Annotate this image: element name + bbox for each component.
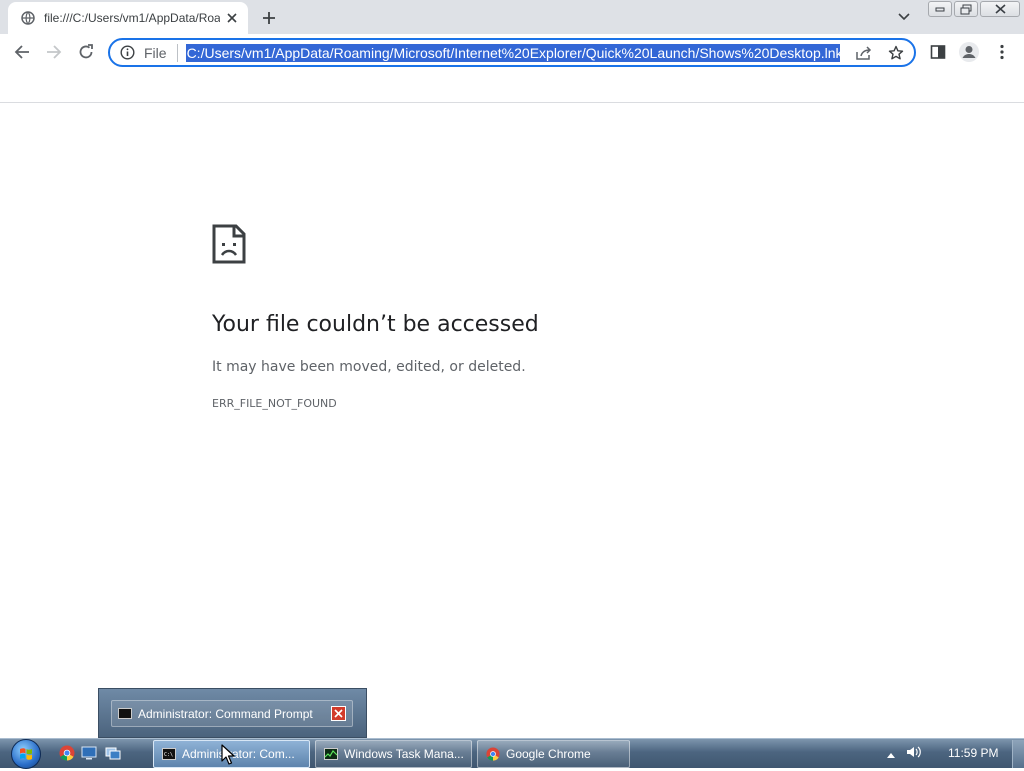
thumbnail-label: Administrator: Command Prompt <box>138 706 313 721</box>
close-window-button[interactable] <box>980 1 1020 17</box>
svg-text:C:\: C:\ <box>164 752 173 758</box>
tab-title: file:///C:/Users/vm1/AppData/Roaming/Mic… <box>44 11 220 25</box>
quicklaunch-chrome-icon[interactable] <box>58 744 76 762</box>
scheme-label: File <box>144 44 167 61</box>
close-thumbnail-icon[interactable] <box>331 706 346 721</box>
profile-avatar-icon[interactable] <box>957 40 981 64</box>
reload-icon[interactable] <box>74 40 98 64</box>
forward-arrow-icon[interactable] <box>42 40 66 64</box>
quicklaunch-show-desktop-icon[interactable] <box>80 744 98 762</box>
taskbar-item-label: Windows Task Mana... <box>344 747 464 761</box>
mouse-cursor-icon <box>221 744 235 766</box>
side-panel-icon[interactable] <box>926 40 950 64</box>
omnibox-actions <box>852 42 908 64</box>
minimize-button[interactable] <box>928 1 952 17</box>
address-bar[interactable]: File C:/Users/vm1/AppData/Roaming/Micros… <box>108 38 916 67</box>
taskbar-item-task-manager[interactable]: Windows Task Mana... <box>315 740 472 768</box>
taskbar-thumbnail-popup: Administrator: Command Prompt <box>98 688 367 738</box>
system-clock[interactable]: 11:59 PM <box>948 746 998 760</box>
tab-strip: file:///C:/Users/vm1/AppData/Roaming/Mic… <box>0 0 1024 34</box>
tray-expand-arrow-icon[interactable] <box>886 744 896 763</box>
restore-button[interactable] <box>954 1 978 17</box>
task-manager-icon <box>324 747 338 761</box>
chrome-icon <box>486 747 500 761</box>
sad-document-icon <box>212 224 246 264</box>
kebab-menu-icon[interactable] <box>990 40 1014 64</box>
window-controls <box>928 1 1020 17</box>
globe-icon <box>20 10 36 26</box>
tab-search-chevron-icon[interactable] <box>894 8 914 26</box>
taskbar-item-label: Google Chrome <box>506 747 591 761</box>
back-arrow-icon[interactable] <box>10 40 34 64</box>
volume-icon[interactable] <box>906 744 922 763</box>
cmd-icon <box>118 708 132 719</box>
windows-logo-icon <box>11 739 41 769</box>
close-tab-icon[interactable] <box>224 10 240 26</box>
thumbnail-item-command-prompt[interactable]: Administrator: Command Prompt <box>111 700 353 727</box>
url-text-selected[interactable]: C:/Users/vm1/AppData/Roaming/Microsoft/I… <box>185 43 840 62</box>
error-code: ERR_FILE_NOT_FOUND <box>212 397 337 410</box>
taskbar-item-label: Administrator: Com... <box>182 747 295 761</box>
windows-taskbar: C:\ Administrator: Com... Windows Task M… <box>0 737 1024 771</box>
info-icon[interactable] <box>118 44 136 62</box>
browser-tab[interactable]: file:///C:/Users/vm1/AppData/Roaming/Mic… <box>8 2 248 34</box>
cmd-icon: C:\ <box>162 747 176 761</box>
content-divider <box>0 102 1024 103</box>
error-title: Your file couldn’t be accessed <box>212 312 539 337</box>
quicklaunch-window-switcher-icon[interactable] <box>104 744 122 762</box>
taskbar-item-google-chrome[interactable]: Google Chrome <box>477 740 630 768</box>
new-tab-button[interactable] <box>258 7 280 29</box>
bookmark-star-icon[interactable] <box>884 42 908 64</box>
browser-toolbar: File C:/Users/vm1/AppData/Roaming/Micros… <box>0 34 1024 70</box>
omnibox-divider <box>176 43 178 62</box>
system-tray <box>886 739 922 767</box>
start-button[interactable] <box>4 737 48 771</box>
share-icon[interactable] <box>852 42 876 64</box>
error-subtitle: It may have been moved, edited, or delet… <box>212 359 526 375</box>
show-desktop-button[interactable] <box>1012 740 1024 768</box>
